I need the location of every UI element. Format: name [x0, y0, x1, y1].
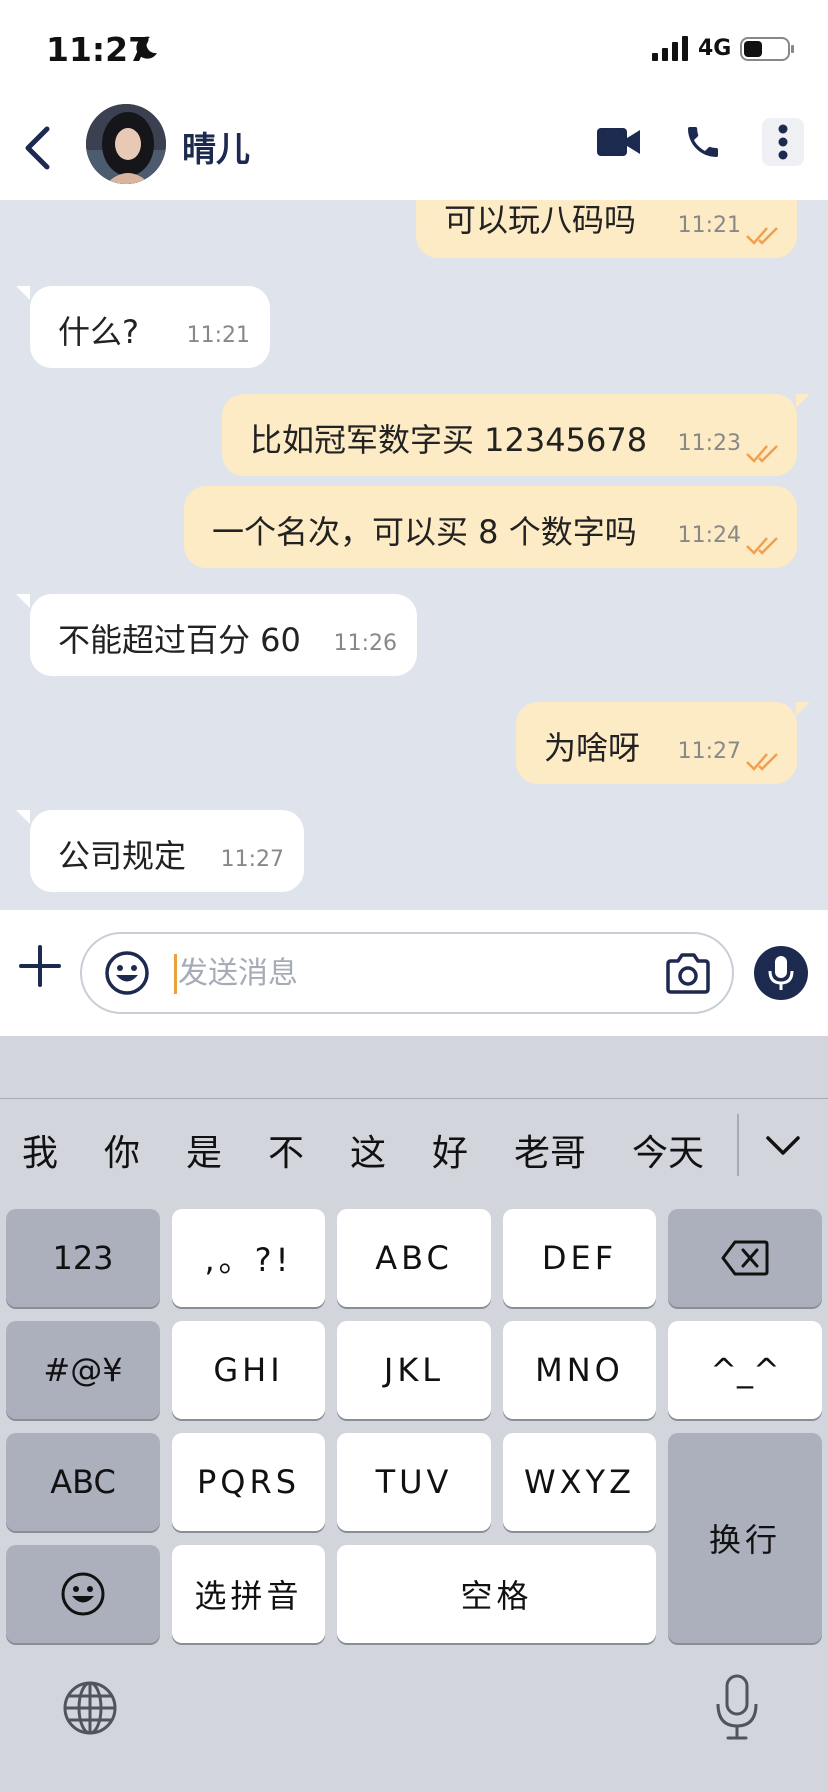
message-bubble-incoming[interactable]: 公司规定 11:27 [30, 810, 304, 892]
message-input[interactable] [178, 950, 578, 996]
message-time: 11:27 [677, 739, 741, 764]
bubble-tail [16, 594, 30, 608]
video-call-button[interactable] [592, 118, 646, 166]
candidate-bar: 我 你 是 不 这 好 老哥 今天 [0, 1100, 828, 1192]
message-list[interactable]: 可以玩八码吗 11:21 什么? 11:21 比如冠军数字买 12345678 … [0, 200, 828, 910]
bubble-tail [796, 702, 810, 716]
key-abc-mode[interactable]: ABC [6, 1433, 160, 1531]
key-punctuation[interactable]: ,。?! [172, 1209, 325, 1307]
key-def[interactable]: DEF [503, 1209, 656, 1307]
status-bar: 11:27 4G [0, 0, 828, 96]
message-text: 什么? [58, 313, 139, 351]
space-key[interactable]: 空格 [337, 1545, 656, 1643]
bubble-tail [796, 394, 810, 408]
candidate-separator [737, 1114, 739, 1176]
text-caret [174, 954, 177, 994]
candidate-word[interactable]: 好 [432, 1124, 468, 1176]
network-type: 4G [698, 36, 732, 61]
keyboard-divider [0, 1098, 828, 1099]
candidate-word[interactable]: 是 [186, 1124, 222, 1176]
chat-header: 晴儿 [0, 96, 828, 200]
delete-button[interactable] [668, 1209, 822, 1307]
backspace-icon [721, 1240, 769, 1276]
voice-call-button[interactable] [676, 118, 730, 166]
voice-message-button[interactable] [754, 946, 808, 1000]
moon-icon [136, 36, 157, 59]
more-options-button[interactable] [762, 118, 804, 166]
globe-icon[interactable] [62, 1680, 118, 1736]
message-input-container[interactable] [80, 932, 734, 1014]
avatar[interactable] [86, 104, 166, 184]
phone-icon [688, 127, 718, 157]
avatar-image [86, 104, 166, 184]
message-text: 可以玩八码吗 [444, 201, 637, 239]
message-time: 11:23 [677, 431, 741, 456]
smiley-icon [61, 1572, 105, 1616]
message-text: 比如冠军数字买 12345678 [250, 421, 648, 459]
candidate-word[interactable]: 不 [268, 1124, 304, 1176]
key-emoticon[interactable]: ^_^ [668, 1321, 822, 1419]
composer-bar [0, 910, 828, 1036]
candidate-word[interactable]: 今天 [632, 1124, 704, 1176]
video-camera-icon [597, 128, 640, 156]
message-time: 11:24 [677, 523, 741, 548]
read-ticks-icon [746, 227, 778, 245]
emoji-icon[interactable] [104, 950, 150, 996]
key-select-pinyin[interactable]: 选拼音 [172, 1545, 325, 1643]
battery-icon [740, 37, 794, 61]
chevron-left-icon [25, 126, 50, 170]
message-text: 为啥呀 [544, 729, 641, 767]
candidate-word[interactable]: 这 [350, 1124, 386, 1176]
key-mno[interactable]: MNO [503, 1321, 656, 1419]
chevron-down-icon[interactable] [760, 1126, 806, 1166]
message-time: 11:21 [186, 323, 250, 348]
plus-icon [19, 945, 61, 987]
dictation-mic-icon[interactable] [712, 1674, 762, 1742]
message-bubble-outgoing[interactable]: 为啥呀 11:27 [516, 702, 797, 784]
message-bubble-incoming[interactable]: 不能超过百分 60 11:26 [30, 594, 417, 676]
microphone-icon [768, 956, 794, 990]
candidate-word[interactable]: 我 [22, 1124, 58, 1176]
more-vertical-icon [778, 124, 788, 160]
message-bubble-outgoing[interactable]: 一个名次，可以买 8 个数字吗 11:24 [184, 486, 797, 568]
key-symbols[interactable]: #@¥ [6, 1321, 160, 1419]
camera-icon[interactable] [664, 952, 712, 996]
candidate-word[interactable]: 你 [104, 1124, 140, 1176]
key-wxyz[interactable]: WXYZ [503, 1433, 656, 1531]
message-time: 11:27 [220, 847, 284, 872]
read-ticks-icon [746, 753, 778, 771]
message-bubble-outgoing[interactable]: 可以玩八码吗 11:21 [416, 200, 797, 258]
contact-name[interactable]: 晴儿 [182, 122, 250, 171]
emoji-key[interactable] [6, 1545, 160, 1643]
message-text: 不能超过百分 60 [58, 621, 301, 659]
key-abc[interactable]: ABC [337, 1209, 491, 1307]
back-button[interactable] [12, 118, 62, 178]
key-ghi[interactable]: GHI [172, 1321, 325, 1419]
signal-icon [652, 36, 688, 61]
key-jkl[interactable]: JKL [337, 1321, 491, 1419]
message-time: 11:21 [677, 213, 741, 238]
bubble-tail [16, 810, 30, 824]
bubble-tail [16, 286, 30, 300]
return-key[interactable]: 换行 [668, 1433, 822, 1643]
candidate-word[interactable]: 老哥 [514, 1124, 586, 1176]
message-time: 11:26 [333, 631, 397, 656]
read-ticks-icon [746, 445, 778, 463]
key-123[interactable]: 123 [6, 1209, 160, 1307]
read-ticks-icon [746, 537, 778, 555]
attach-button[interactable] [14, 940, 66, 992]
message-bubble-incoming[interactable]: 什么? 11:21 [30, 286, 270, 368]
message-bubble-outgoing[interactable]: 比如冠军数字买 12345678 11:23 [222, 394, 797, 476]
key-pqrs[interactable]: PQRS [172, 1433, 325, 1531]
message-text: 公司规定 [58, 837, 187, 875]
message-text: 一个名次，可以买 8 个数字吗 [212, 513, 637, 551]
key-tuv[interactable]: TUV [337, 1433, 491, 1531]
